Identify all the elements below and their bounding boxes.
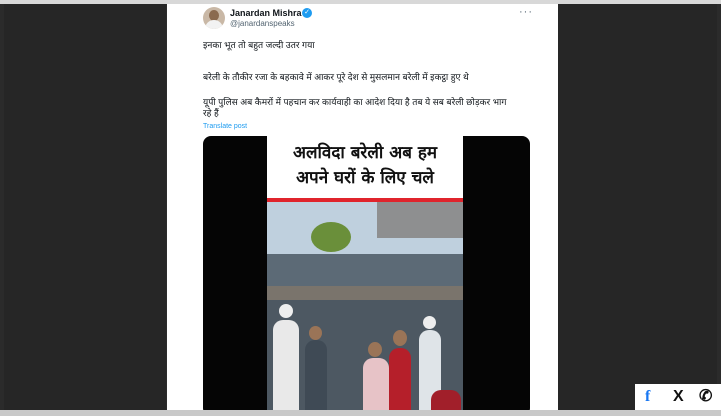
window-frame-bottom — [0, 410, 721, 416]
right-dark-panel — [558, 4, 717, 410]
video-caption-box: अलविदा बरेली अब हम अपने घरों के लिए चले — [267, 136, 463, 198]
person-figure — [389, 348, 411, 410]
person-head — [368, 342, 382, 357]
tweet-card: Janardan Mishra ✓ @janardanspeaks ··· इन… — [167, 4, 558, 410]
person-cap — [423, 316, 436, 329]
video-caption-line-1: अलविदा बरेली अब हम — [292, 143, 438, 163]
person-head — [393, 330, 407, 346]
person-figure — [273, 320, 299, 410]
avatar[interactable] — [203, 7, 225, 29]
author-handle[interactable]: @janardanspeaks — [230, 19, 295, 28]
video-caption-line-2: अपने घरों के लिए चले — [296, 168, 434, 188]
person-figure — [363, 358, 389, 410]
scene-station-roof — [377, 202, 463, 238]
person-figure — [305, 340, 327, 410]
scene-crowd-near — [267, 300, 463, 410]
scene-tree — [311, 222, 351, 252]
person-figure — [431, 390, 461, 410]
more-dots-icon[interactable]: ··· — [519, 6, 533, 18]
author-name[interactable]: Janardan Mishra — [230, 8, 302, 18]
tweet-text-line-2: बरेली के तौकीर रजा के बहकावे में आकर पूर… — [203, 72, 469, 82]
translate-post-link[interactable]: Translate post — [203, 123, 247, 130]
person-head — [309, 326, 322, 340]
x-icon[interactable]: X — [673, 387, 684, 407]
verified-badge-icon: ✓ — [302, 8, 312, 18]
whatsapp-icon[interactable]: ✆ — [699, 387, 712, 407]
video-caption: अलविदा बरेली अब हम अपने घरों के लिए चले — [267, 141, 463, 191]
video-player[interactable]: अलविदा बरेली अब हम अपने घरों के लिए चले — [203, 136, 530, 410]
person-cap — [279, 304, 293, 318]
facebook-icon[interactable]: f — [645, 387, 650, 407]
share-bar: f X ✆ — [635, 384, 721, 410]
scene-track — [267, 286, 463, 300]
avatar-body — [205, 20, 223, 29]
left-dark-panel — [4, 4, 166, 410]
tweet-text-line-1: इनका भूत तो बहुत जल्दी उतर गया — [203, 40, 315, 50]
video-frame: अलविदा बरेली अब हम अपने घरों के लिए चले — [267, 136, 463, 410]
scene-crowd-far — [267, 254, 463, 288]
tweet-text-line-3: यूपी पुलिस अब कैमरों में पहचान कर कार्यव… — [203, 97, 507, 118]
